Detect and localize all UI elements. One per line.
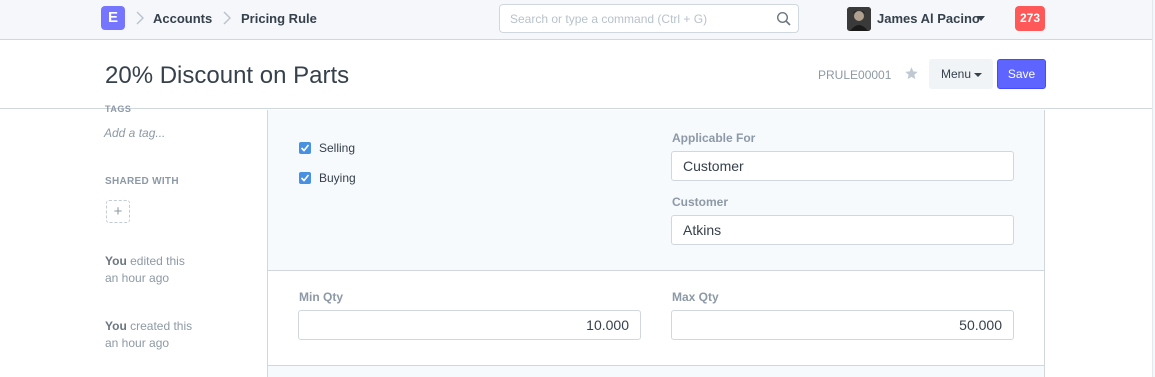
shared-with-label: SHARED WITH	[105, 176, 179, 187]
avatar[interactable]	[847, 7, 871, 31]
form-section	[268, 366, 1044, 377]
selling-checkbox[interactable]	[299, 142, 311, 154]
activity-time: an hour ago	[105, 336, 170, 350]
activity-time: an hour ago	[105, 271, 170, 285]
menu-button[interactable]: Menu	[929, 59, 993, 89]
activity-actor: You	[105, 319, 127, 333]
form-section: Min Qty Max Qty	[268, 271, 1044, 366]
add-share-button[interactable]: +	[106, 200, 130, 223]
notification-badge[interactable]: 273	[1015, 6, 1045, 31]
search-box	[499, 4, 799, 33]
document-name: PRULE00001	[818, 68, 892, 82]
activity-actor: You	[105, 254, 127, 268]
form-sidebar: TAGS Add a tag... SHARED WITH + You edit…	[0, 104, 267, 377]
caret-down-icon	[974, 73, 982, 77]
customer-label: Customer	[672, 195, 729, 209]
chevron-right-icon	[222, 9, 232, 27]
max-qty-label: Max Qty	[672, 290, 719, 304]
search-icon[interactable]	[776, 11, 792, 27]
page-head: 20% Discount on Parts PRULE00001 Menu Sa…	[0, 41, 1152, 109]
page-title: 20% Discount on Parts	[105, 62, 350, 89]
buying-checkbox[interactable]	[299, 172, 311, 184]
selling-label: Selling	[319, 141, 356, 155]
caret-down-icon[interactable]	[977, 16, 985, 21]
tags-label: TAGS	[105, 104, 132, 114]
menu-button-label: Menu	[941, 67, 972, 81]
user-name[interactable]: James Al Pacino	[877, 11, 980, 26]
breadcrumb-pricing-rule[interactable]: Pricing Rule	[241, 11, 317, 26]
activity-item: You created this an hour ago	[105, 318, 192, 352]
applicable-for-label: Applicable For	[672, 131, 756, 145]
applicable-for-select[interactable]	[671, 151, 1014, 181]
save-button[interactable]: Save	[997, 59, 1046, 89]
activity-action: created this	[126, 319, 193, 333]
navbar: E Accounts Pricing Rule James Al Pacino …	[0, 0, 1155, 40]
min-qty-field[interactable]	[298, 310, 641, 340]
buying-label: Buying	[319, 171, 356, 185]
star-icon[interactable]	[904, 66, 919, 81]
search-input[interactable]	[500, 5, 770, 32]
form-layout: Selling Buying Applicable For Customer M…	[267, 110, 1045, 377]
activity-item: You edited this an hour ago	[105, 253, 185, 287]
chevron-right-icon	[135, 9, 145, 27]
form-section: Selling Buying Applicable For Customer	[268, 110, 1044, 271]
activity-action: edited this	[126, 254, 185, 268]
add-tag-link[interactable]: Add a tag...	[104, 126, 165, 140]
max-qty-field[interactable]	[671, 310, 1014, 340]
customer-field[interactable]	[671, 215, 1014, 245]
min-qty-label: Min Qty	[299, 290, 343, 304]
breadcrumb-accounts[interactable]: Accounts	[153, 11, 212, 26]
app-logo[interactable]: E	[101, 6, 125, 30]
